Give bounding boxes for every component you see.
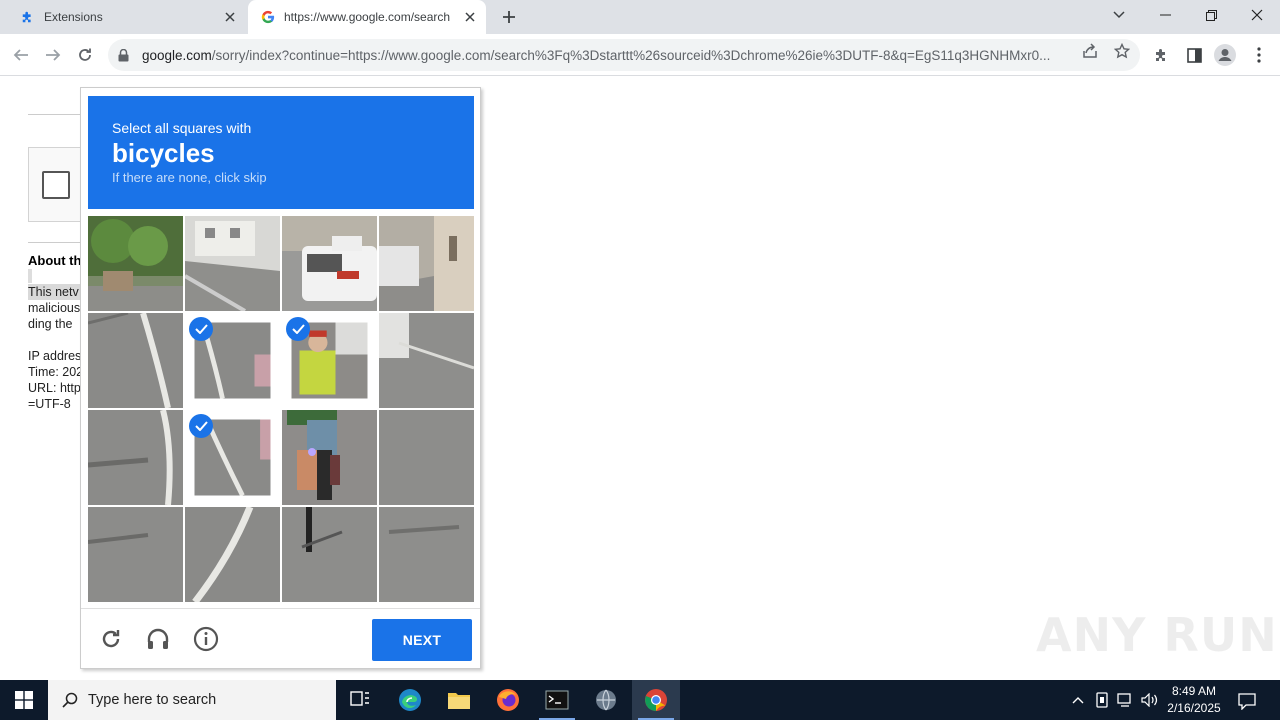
image-tile[interactable] — [379, 216, 474, 311]
reload-icon[interactable] — [97, 625, 125, 653]
system-clock[interactable]: 8:49 AM 2/16/2025 — [1160, 683, 1228, 717]
terminal-icon[interactable] — [533, 680, 581, 720]
page-text-line: Time: 202 — [28, 365, 80, 379]
page-text-line: ding the — [28, 317, 73, 331]
search-placeholder: Type here to search — [88, 692, 217, 708]
chrome-icon[interactable] — [632, 680, 680, 720]
challenge-instruction: Select all squares with — [112, 120, 252, 136]
selected-checkmark-icon — [189, 317, 213, 341]
file-explorer-icon[interactable] — [435, 680, 483, 720]
firefox-icon[interactable] — [484, 680, 532, 720]
share-icon[interactable] — [1081, 42, 1099, 60]
selected-checkmark-icon — [286, 317, 310, 341]
audio-headphones-icon[interactable] — [144, 625, 172, 653]
url-text[interactable]: google.com/sorry/index?continue=https://… — [142, 48, 1072, 63]
image-tile[interactable] — [379, 313, 474, 408]
device-icon[interactable] — [1092, 690, 1112, 710]
divider — [28, 242, 88, 243]
image-tile[interactable] — [379, 507, 474, 602]
image-grid — [88, 216, 474, 602]
text-cursor-mark — [28, 269, 32, 283]
minimize-icon[interactable] — [1142, 0, 1188, 30]
google-g-icon — [260, 9, 276, 25]
network-icon[interactable] — [1116, 690, 1136, 710]
back-arrow-icon[interactable] — [8, 42, 34, 68]
extensions-puzzle-icon[interactable] — [1151, 44, 1173, 66]
image-tile[interactable] — [88, 410, 183, 505]
tab-title: Extensions — [44, 10, 103, 24]
image-tile[interactable] — [88, 216, 183, 311]
image-tile[interactable] — [282, 507, 377, 602]
close-tab-icon[interactable] — [220, 7, 240, 27]
next-button[interactable]: NEXT — [372, 619, 472, 661]
url-host: google.com — [142, 47, 212, 63]
image-tile[interactable] — [282, 410, 377, 505]
page-text-line: IP addres — [28, 349, 80, 363]
restore-icon[interactable] — [1188, 0, 1234, 30]
taskbar: Type here to search 8:49 AM 2/16/2025 — [0, 680, 1280, 720]
forward-arrow-icon[interactable] — [40, 42, 66, 68]
puzzle-piece-icon — [20, 9, 36, 25]
challenge-footer: NEXT — [81, 608, 480, 668]
url-path: /sorry/index?continue=https://www.google… — [211, 47, 1051, 63]
image-tile[interactable] — [379, 410, 474, 505]
image-tile[interactable] — [88, 507, 183, 602]
side-panel-icon[interactable] — [1183, 44, 1205, 66]
globe-app-icon[interactable] — [582, 680, 630, 720]
challenge-header: Select all squares with bicycles If ther… — [88, 96, 474, 209]
address-bar[interactable]: google.com/sorry/index?continue=https://… — [108, 39, 1140, 71]
info-icon[interactable] — [192, 625, 220, 653]
image-tile-selected[interactable] — [185, 313, 280, 408]
tab-google-search[interactable]: https://www.google.com/search — [248, 0, 486, 34]
image-tile[interactable] — [282, 216, 377, 311]
image-tile-selected[interactable] — [282, 313, 377, 408]
tab-search-chevron-icon[interactable] — [1096, 0, 1142, 30]
challenge-hint: If there are none, click skip — [112, 170, 267, 185]
profile-avatar-icon[interactable] — [1214, 44, 1236, 66]
anyrun-watermark: ANY RUN — [1036, 608, 1278, 662]
image-tile-selected[interactable] — [185, 410, 280, 505]
image-tile[interactable] — [88, 313, 183, 408]
volume-icon[interactable] — [1140, 690, 1160, 710]
menu-kebab-icon[interactable] — [1248, 44, 1270, 66]
tab-extensions[interactable]: Extensions — [8, 0, 246, 34]
taskbar-search-box[interactable]: Type here to search — [48, 680, 336, 720]
about-heading: About th — [28, 253, 80, 268]
new-tab-plus-icon[interactable] — [498, 6, 520, 28]
page-text-line: =UTF-8 — [28, 397, 71, 411]
edge-browser-icon[interactable] — [386, 680, 434, 720]
recaptcha-checkbox[interactable] — [42, 171, 70, 199]
search-icon — [62, 692, 78, 708]
close-tab-icon[interactable] — [460, 7, 480, 27]
recaptcha-anchor-box — [28, 147, 88, 222]
tab-title: https://www.google.com/search — [284, 10, 451, 24]
recaptcha-challenge-popup: Select all squares with bicycles If ther… — [80, 87, 481, 669]
reload-page-icon[interactable] — [72, 42, 98, 68]
lock-icon[interactable] — [118, 48, 132, 62]
clock-date: 2/16/2025 — [1167, 701, 1221, 715]
close-window-icon[interactable] — [1234, 0, 1280, 30]
clock-time: 8:49 AM — [1171, 684, 1217, 698]
tab-strip: Extensions https://www.google.com/search — [0, 0, 1280, 34]
selected-checkmark-icon — [189, 414, 213, 438]
challenge-target: bicycles — [112, 138, 215, 168]
tray-chevron-up-icon[interactable] — [1068, 690, 1088, 710]
windows-start-icon[interactable] — [0, 680, 48, 720]
image-tile[interactable] — [185, 507, 280, 602]
bookmark-star-icon[interactable] — [1113, 42, 1131, 60]
page-text-line: This netv — [28, 284, 80, 300]
page-text-line: URL: http — [28, 381, 80, 395]
page-text-line: malicious — [28, 301, 80, 315]
image-tile[interactable] — [185, 216, 280, 311]
task-view-icon[interactable] — [336, 680, 384, 720]
notification-icon[interactable] — [1236, 690, 1258, 712]
browser-toolbar: google.com/sorry/index?continue=https://… — [0, 34, 1280, 76]
divider — [28, 114, 88, 115]
